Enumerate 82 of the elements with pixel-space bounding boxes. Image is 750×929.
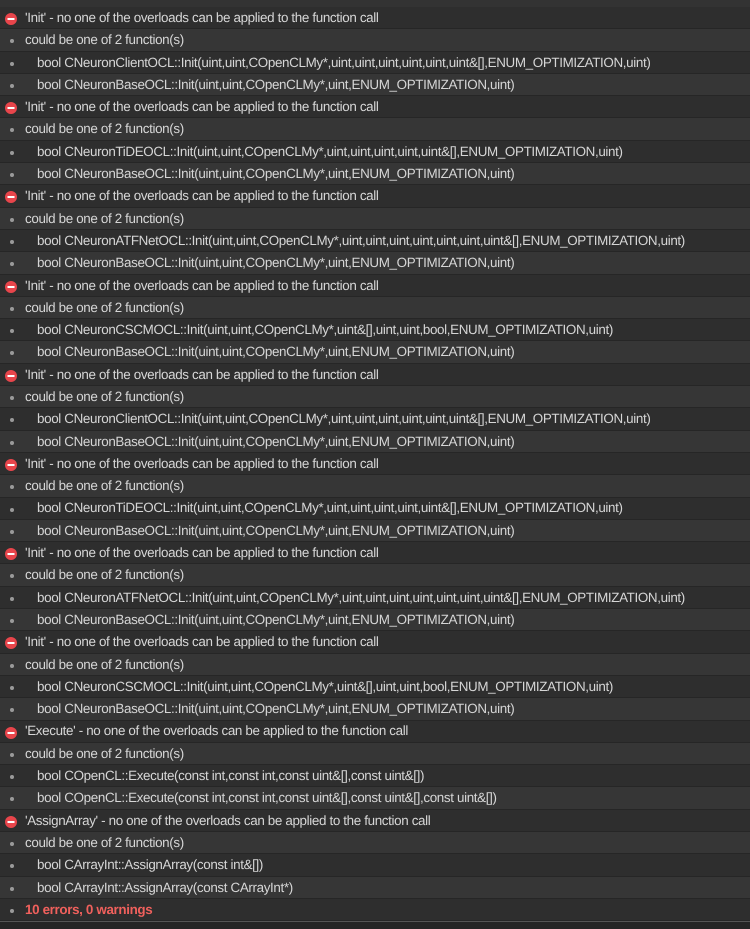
error-icon: [5, 13, 17, 25]
message-text: could be one of 2 function(s): [25, 836, 184, 850]
message-text: could be one of 2 function(s): [25, 122, 184, 136]
message-text: bool COpenCL::Execute(const int,const int,const uint&[],const uint&[]): [37, 769, 424, 782]
bullet-icon: [10, 218, 14, 222]
message-text: 'Init' - no one of the overloads can be applied to the function call: [25, 278, 379, 292]
bullet-icon: [10, 128, 14, 132]
message-text: could be one of 2 function(s): [25, 479, 184, 493]
message-text: bool CNeuronBaseOCL::Init(uint,uint,COpenCLMy*,uint,ENUM_OPTIMIZATION,uint): [37, 612, 514, 626]
bullet-icon: [10, 62, 14, 66]
message-text: 'Init' - no one of the overloads can be applied to the function call: [25, 456, 379, 470]
bullet-icon: [10, 396, 14, 400]
message-text: bool CNeuronBaseOCL::Init(uint,uint,COpenCLMy*,uint,ENUM_OPTIMIZATION,uint): [37, 167, 514, 180]
bullet-icon: [10, 864, 14, 868]
message-text: 'Execute' - no one of the overloads can be applied to the function call: [25, 724, 408, 738]
message-text: could be one of 2 function(s): [25, 300, 184, 314]
message-text: bool CNeuronClientOCL::Init(uint,uint,COpenCLMy*,uint,uint,uint,uint,uint,uint&[],ENUM_OPTIMIZATION,uint): [37, 412, 650, 426]
error-icon: [5, 816, 17, 828]
error-icon: [5, 458, 17, 471]
message-text: bool CNeuronBaseOCL::Init(uint,uint,COpenCLMy*,uint,ENUM_OPTIMIZATION,uint): [37, 434, 514, 448]
message-text: 'Init' - no one of the overloads can be applied to the function call: [25, 189, 379, 203]
bullet-icon: [10, 150, 14, 155]
message-text: bool CNeuronBaseOCL::Init(uint,uint,COpenCLMy*,uint,ENUM_OPTIMIZATION,uint): [37, 524, 514, 538]
message-text: bool CNeuronATFNetOCL::Init(uint,uint,COpenCLMy*,uint,uint,uint,uint,uint,uint,uint&[],ENUM_OPTIMIZATION,uint): [37, 590, 685, 604]
message-text: bool CArrayInt::AssignArray(const int&[]): [37, 858, 264, 872]
bullet-icon: [10, 908, 14, 913]
message-text: 'Init' - no one of the overloads can be applied to the function call: [25, 368, 379, 382]
message-text: could be one of 2 function(s): [25, 390, 184, 404]
bullet-icon: [10, 440, 14, 445]
message-text: 'Init' - no one of the overloads can be applied to the function call: [25, 100, 379, 114]
message-text: bool CNeuronBaseOCL::Init(uint,uint,COpenCLMy*,uint,ENUM_OPTIMIZATION,uint): [37, 345, 514, 359]
message-text: bool CNeuronTiDEOCL::Init(uint,uint,COpenCLMy*,uint,uint,uint,uint,uint&[],ENUM_OPTIMIZATION,uint): [37, 501, 623, 515]
error-icon: [5, 280, 17, 293]
bullet-icon: [10, 752, 14, 757]
message-text: bool CNeuronATFNetOCL::Init(uint,uint,COpenCLMy*,uint,uint,uint,uint,uint,uint,uint&[],ENUM_OPTIMIZATION,uint): [37, 234, 685, 248]
message-text: 'Init' - no one of the overloads can be applied to the function call: [25, 10, 379, 24]
bullet-icon: [10, 39, 14, 44]
bullet-icon: [10, 686, 14, 690]
message-text: bool CNeuronTiDEOCL::Init(uint,uint,COpenCLMy*,uint,uint,uint,uint,uint&[],ENUM_OPTIMIZATION,uint): [37, 144, 623, 158]
bullet-icon: [10, 619, 14, 624]
bullet-icon: [10, 306, 14, 311]
bullet-icon: [10, 329, 14, 334]
bullet-icon: [10, 775, 14, 780]
message-text: bool CNeuronCSCMOCL::Init(uint,uint,COpenCLMy*,uint&[],uint,uint,bool,ENUM_OPTIMIZATION,uint): [37, 323, 613, 336]
message-text: bool CNeuronBaseOCL::Init(uint,uint,COpenCLMy*,uint,ENUM_OPTIMIZATION,uint): [37, 256, 514, 270]
bullet-icon: [10, 664, 14, 668]
error-icon: [5, 726, 17, 738]
bullet-icon: [10, 351, 14, 356]
bullet-icon: [10, 418, 14, 422]
error-icon: [5, 102, 17, 114]
message-text: could be one of 2 function(s): [25, 658, 184, 671]
message-text: bool CNeuronCSCMOCL::Init(uint,uint,COpenCLMy*,uint&[],uint,uint,bool,ENUM_OPTIMIZATION,uint): [37, 680, 613, 694]
bullet-icon: [10, 173, 14, 178]
bullet-icon: [10, 797, 14, 802]
error-icon: [5, 191, 17, 204]
message-text: bool CNeuronBaseOCL::Init(uint,uint,COpenCLMy*,uint,ENUM_OPTIMIZATION,uint): [37, 78, 514, 92]
message-text: could be one of 2 function(s): [25, 212, 184, 226]
bullet-icon: [10, 574, 14, 578]
bullet-icon: [10, 485, 14, 490]
message-text: bool CNeuronBaseOCL::Init(uint,uint,COpenCLMy*,uint,ENUM_OPTIMIZATION,uint): [37, 702, 514, 716]
bullet-icon: [10, 708, 14, 712]
message-text: bool CNeuronClientOCL::Init(uint,uint,COpenCLMy*,uint,uint,uint,uint,uint,uint&[],ENUM_OPTIMIZATION,uint): [37, 56, 650, 69]
bullet-icon: [10, 886, 14, 891]
message-text: 10 errors, 0 warnings: [25, 902, 152, 916]
bullet-icon: [10, 596, 14, 601]
message-text: could be one of 2 function(s): [25, 746, 184, 760]
bullet-icon: [10, 262, 14, 266]
bullet-icon: [10, 842, 14, 846]
error-icon: [5, 548, 17, 560]
message-text: could be one of 2 function(s): [25, 568, 184, 582]
bullet-icon: [10, 508, 14, 512]
bullet-icon: [10, 240, 14, 244]
bullet-icon: [10, 530, 14, 534]
message-text: 'Init' - no one of the overloads can be applied to the function call: [25, 635, 379, 649]
message-text: 'Init' - no one of the overloads can be applied to the function call: [25, 546, 379, 560]
error-icon: [5, 370, 17, 382]
message-text: 'AssignArray' - no one of the overloads can be applied to the function call: [25, 814, 430, 828]
message-text: bool CArrayInt::AssignArray(const CArrayInt*): [37, 880, 293, 894]
bullet-icon: [10, 84, 14, 88]
message-text: bool COpenCL::Execute(const int,const int,const uint&[],const uint&[],const uint&[]): [37, 791, 497, 805]
message-text: could be one of 2 function(s): [25, 33, 184, 47]
error-icon: [5, 637, 17, 650]
